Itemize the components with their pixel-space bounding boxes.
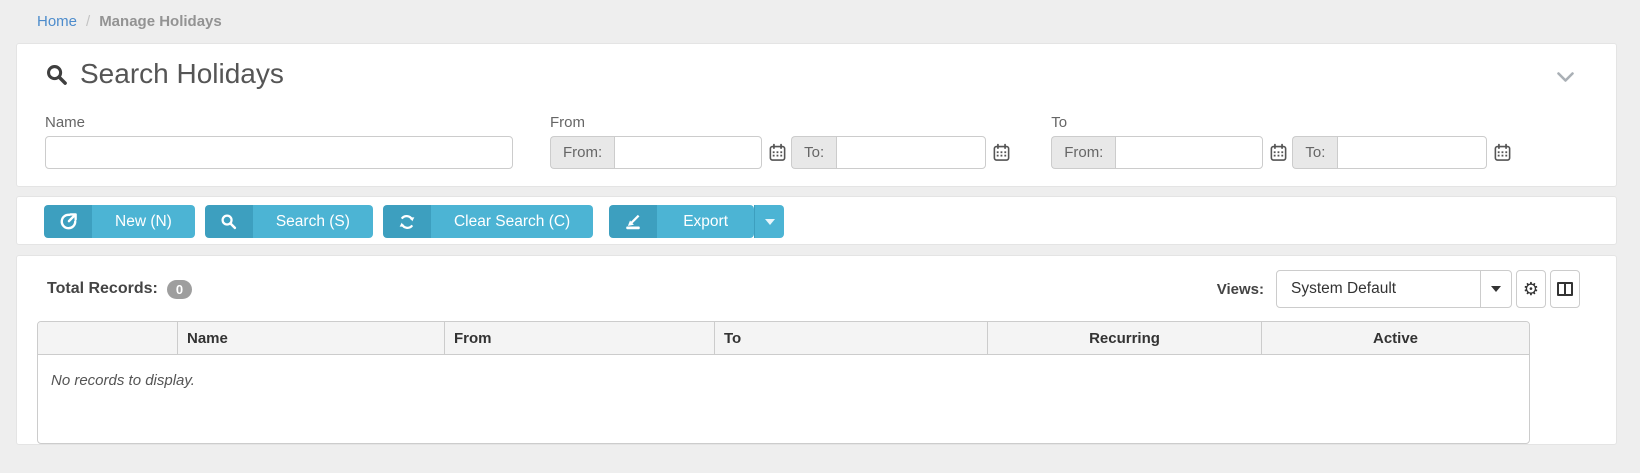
name-field-group: Name <box>45 114 513 169</box>
to-start-prefix: From: <box>1051 136 1116 169</box>
new-icon <box>44 205 92 238</box>
search-form-row: Name From From: To: To From: To: <box>45 114 1588 169</box>
total-records-label: Total Records: <box>47 280 158 297</box>
grid-header-to[interactable]: To <box>714 322 987 354</box>
results-panel: Total Records: 0 Views: System Default ⚙ <box>16 255 1617 445</box>
total-records-badge: 0 <box>166 279 193 299</box>
search-panel-title-text: Search Holidays <box>80 58 284 89</box>
clear-search-button-label: Clear Search (C) <box>430 205 594 238</box>
views-controls: Views: System Default ⚙ <box>1217 270 1580 308</box>
to-end-input-group: To: <box>1292 136 1488 169</box>
grid-header-from[interactable]: From <box>444 322 714 354</box>
results-grid: Name From To Recurring Active No records… <box>37 321 1530 444</box>
to-range-label: To <box>1051 114 1068 131</box>
grid-header-active[interactable]: Active <box>1261 322 1529 354</box>
export-dropdown-button[interactable] <box>754 205 785 238</box>
manage-holidays-page: Home / Manage Holidays Search Holidays N… <box>0 0 1640 473</box>
views-label: Views: <box>1216 280 1264 298</box>
views-select[interactable]: System Default <box>1276 270 1512 308</box>
grid-empty-message: No records to display. <box>51 372 195 389</box>
from-end-prefix: To: <box>791 136 837 169</box>
to-start-calendar-icon[interactable] <box>1269 143 1288 162</box>
views-selected-value: System Default <box>1291 280 1397 297</box>
from-range-label: From <box>550 114 585 131</box>
breadcrumb-current: Manage Holidays <box>99 13 222 30</box>
search-button-icon <box>204 205 253 238</box>
breadcrumb: Home / Manage Holidays <box>0 0 1640 43</box>
grid-header-recurring[interactable]: Recurring <box>987 322 1261 354</box>
results-header-row: Total Records: 0 Views: System Default ⚙ <box>17 269 1616 309</box>
refresh-icon <box>382 205 431 238</box>
from-start-input-group: From: <box>550 136 763 169</box>
views-settings-button[interactable]: ⚙ <box>1516 270 1546 308</box>
search-holidays-panel: Search Holidays Name From From: To: To F… <box>16 43 1617 187</box>
export-caret-icon <box>754 205 785 238</box>
search-button-label: Search (S) <box>252 205 373 238</box>
search-button[interactable]: Search (S) <box>204 205 373 238</box>
to-range-group: To From: To: <box>1051 114 1516 169</box>
gear-icon: ⚙ <box>1522 279 1540 299</box>
new-button-label: New (N) <box>92 205 195 238</box>
breadcrumb-separator: / <box>86 13 91 30</box>
to-start-input-group: From: <box>1051 136 1264 169</box>
search-panel-title: Search Holidays <box>45 58 1588 90</box>
from-start-prefix: From: <box>550 136 615 169</box>
grid-header-actions <box>38 322 177 354</box>
to-start-date-input[interactable] <box>1115 136 1264 169</box>
to-end-calendar-icon[interactable] <box>1493 143 1512 162</box>
grid-header-name[interactable]: Name <box>177 322 444 354</box>
from-start-date-input[interactable] <box>614 136 763 169</box>
columns-icon <box>1557 282 1573 296</box>
total-records: Total Records: 0 <box>47 279 193 299</box>
new-button[interactable]: New (N) <box>44 205 195 238</box>
from-range-group: From From: To: <box>550 114 1015 169</box>
to-end-date-input[interactable] <box>1337 136 1488 169</box>
search-icon <box>45 63 68 86</box>
views-select-caret-icon[interactable] <box>1480 271 1511 307</box>
from-end-input-group: To: <box>791 136 987 169</box>
from-end-calendar-icon[interactable] <box>992 143 1011 162</box>
export-button-label: Export <box>657 205 755 238</box>
to-end-prefix: To: <box>1292 136 1338 169</box>
clear-search-button[interactable]: Clear Search (C) <box>382 205 594 238</box>
column-chooser-button[interactable] <box>1550 270 1580 308</box>
breadcrumb-home-link[interactable]: Home <box>37 13 77 30</box>
grid-header-row: Name From To Recurring Active <box>38 322 1529 355</box>
name-input[interactable] <box>45 136 513 169</box>
export-button[interactable]: Export <box>609 205 755 238</box>
export-icon <box>609 205 658 238</box>
action-toolbar: New (N) Search (S) Clear Search (C) Expo… <box>16 196 1617 245</box>
from-end-date-input[interactable] <box>836 136 987 169</box>
from-start-calendar-icon[interactable] <box>768 143 787 162</box>
collapse-chevron-icon[interactable] <box>1557 72 1574 83</box>
name-label: Name <box>45 114 86 131</box>
